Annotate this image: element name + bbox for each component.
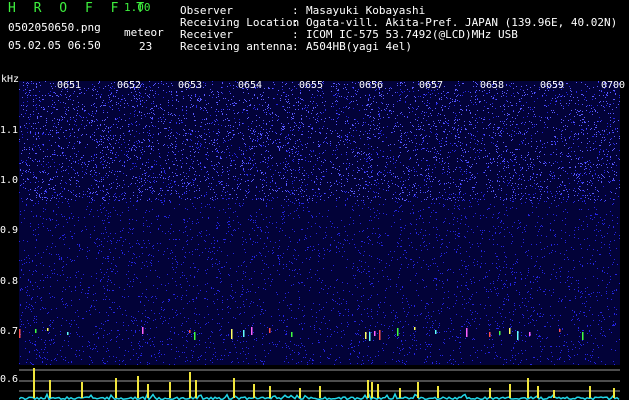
app-version: 1.00 <box>124 1 151 14</box>
meteor-ping <box>529 332 531 336</box>
signal-spike <box>613 388 615 398</box>
antenna-value: A504HB(yagi 4el) <box>306 40 412 53</box>
meteor-ping <box>499 331 501 335</box>
x-tick-label: 0652 <box>117 80 142 91</box>
spectrogram <box>19 81 620 365</box>
signal-spike <box>319 386 321 398</box>
signal-spike <box>589 386 591 398</box>
meteor-ping <box>414 327 416 330</box>
receiver-label: Receiver <box>180 28 233 41</box>
signal-spike <box>489 388 491 398</box>
signal-spike <box>399 388 401 398</box>
y-tick-label: 1.0 <box>0 175 19 186</box>
meteor-ping <box>142 327 144 334</box>
signal-spike <box>189 372 191 398</box>
y-tick-label: 0.6 <box>0 374 19 385</box>
observer-separator: : <box>292 4 299 17</box>
signal-spike <box>527 378 529 398</box>
y-tick-label: 1.1 <box>0 125 19 136</box>
signal-spike <box>115 378 117 398</box>
meteor-ping <box>489 332 491 337</box>
x-tick-label: 0651 <box>57 80 82 91</box>
meteor-ping <box>67 332 69 335</box>
antenna-label: Receiving antenna <box>180 40 293 53</box>
spectrogram-noise <box>19 81 620 365</box>
meteor-ping <box>517 331 519 340</box>
y-tick-label: 0.8 <box>0 276 19 287</box>
x-tick-label: 0653 <box>178 80 203 91</box>
signal-spike <box>417 382 419 398</box>
meteor-ping <box>291 332 293 337</box>
date-time: 05.02.05 06:50 <box>8 39 101 52</box>
meteor-ping <box>35 329 37 333</box>
signal-spike <box>169 382 171 398</box>
receiver-separator: : <box>292 28 299 41</box>
receiver-value: ICOM IC-575 53.7492(@LCD)MHz USB <box>306 28 518 41</box>
signal-spike <box>537 386 539 398</box>
location-separator: : <box>292 16 299 29</box>
signal-spike <box>195 380 197 398</box>
signal-spike <box>269 386 271 398</box>
signal-spike <box>49 380 51 398</box>
meteor-ping <box>243 330 245 337</box>
meteor-label: meteor <box>124 26 164 39</box>
x-tick-label: 0657 <box>419 80 444 91</box>
meteor-ping <box>509 328 511 334</box>
location-label: Receiving Location <box>180 16 300 29</box>
meteor-ping <box>582 332 584 340</box>
x-tick-label: 0654 <box>238 80 263 91</box>
signal-spike <box>299 388 301 398</box>
x-tick-label: 0655 <box>299 80 324 91</box>
meteor-ping <box>379 330 381 340</box>
observer-label: Observer <box>180 4 233 17</box>
observer-value: Masayuki Kobayashi <box>306 4 426 17</box>
file-name: 0502050650.png <box>8 21 101 34</box>
x-tick-label: 0658 <box>480 80 505 91</box>
location-value: Ogata-vill. Akita-Pref. JAPAN (139.96E, … <box>306 16 618 29</box>
signal-spike <box>371 382 373 398</box>
meteor-ping <box>251 327 253 335</box>
signal-spike <box>509 384 511 398</box>
meteor-ping <box>189 330 191 333</box>
x-tick-label: 0659 <box>540 80 565 91</box>
meteor-ping <box>19 329 21 338</box>
antenna-separator: : <box>292 40 299 53</box>
spectrogram-canvas <box>19 81 620 365</box>
meteor-ping <box>435 330 437 334</box>
meteor-ping <box>269 328 271 333</box>
x-tick-label: 0656 <box>359 80 384 91</box>
signal-spike <box>81 382 83 398</box>
meteor-ping <box>369 332 371 341</box>
signal-spike <box>147 384 149 398</box>
signal-spike <box>253 384 255 398</box>
signal-spike <box>33 368 35 398</box>
y-tick-label: 0.9 <box>0 225 19 236</box>
meteor-ping <box>559 329 561 332</box>
x-tick-label: 0700 <box>601 80 626 91</box>
signal-spike <box>233 378 235 398</box>
signal-strength-panel <box>19 367 620 400</box>
meteor-count: 23 <box>139 40 153 53</box>
meteor-ping <box>466 328 468 337</box>
meteor-ping <box>397 328 399 336</box>
meteor-ping <box>365 332 367 339</box>
y-axis-unit: kHz <box>1 74 20 85</box>
signal-spike <box>377 384 379 398</box>
signal-strength-canvas <box>19 368 620 400</box>
meteor-ping <box>194 332 196 340</box>
signal-spike <box>553 390 555 398</box>
meteor-ping <box>47 328 49 331</box>
y-tick-label: 0.7 <box>0 326 19 337</box>
meteor-ping <box>374 331 376 336</box>
signal-spike <box>367 380 369 398</box>
meteor-ping <box>231 329 233 339</box>
signal-spike <box>437 386 439 398</box>
signal-spike <box>137 376 139 398</box>
